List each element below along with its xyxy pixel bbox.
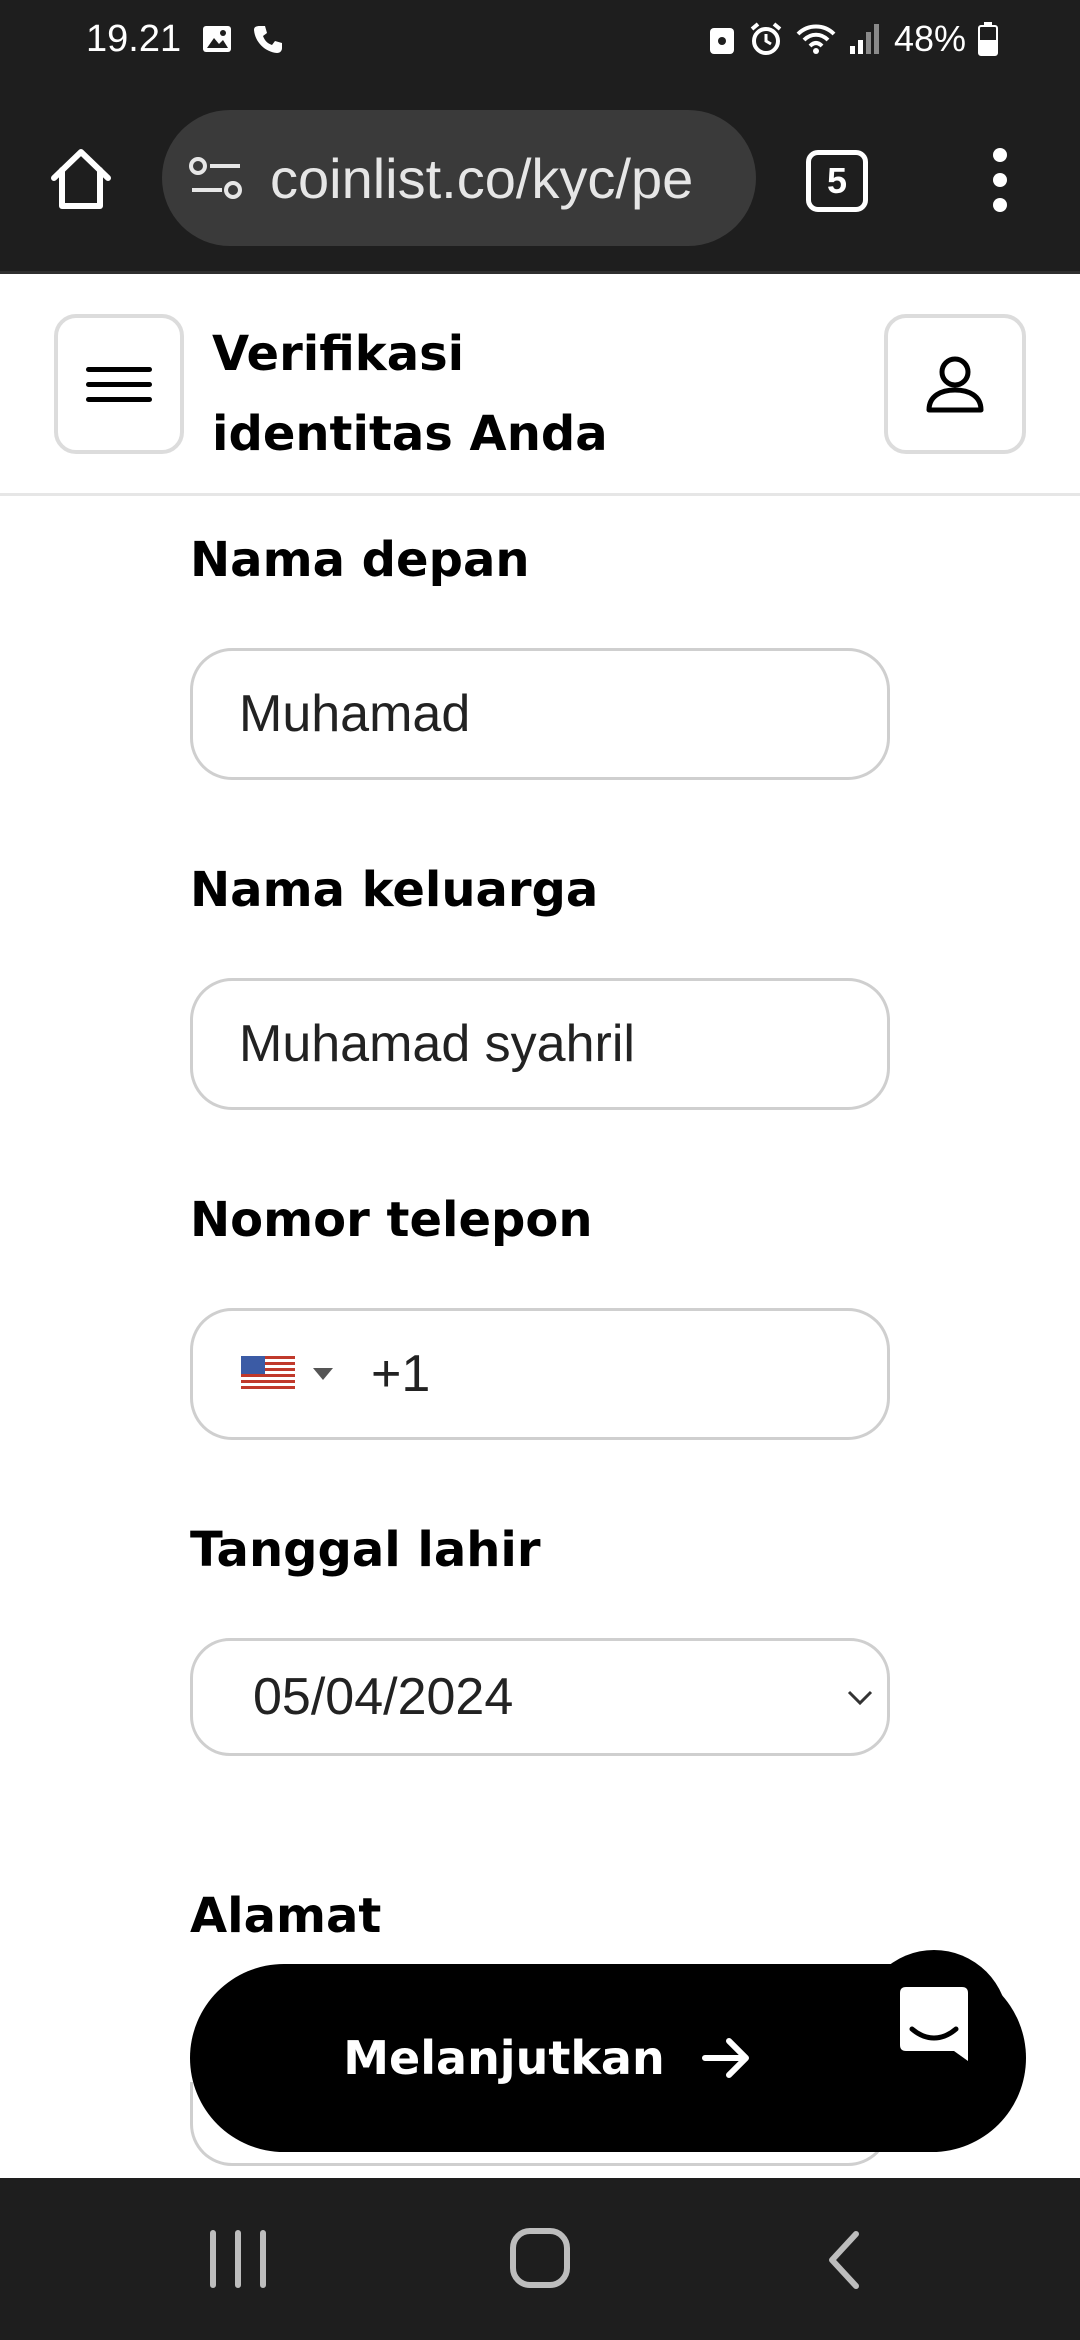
wifi-icon — [796, 24, 836, 54]
phone-label: Nomor telepon — [190, 1192, 593, 1248]
back-icon[interactable] — [820, 2228, 870, 2292]
tab-switcher-button[interactable]: 5 — [806, 150, 868, 212]
phone-input[interactable]: +1 — [190, 1308, 890, 1440]
us-flag-icon[interactable] — [241, 1356, 295, 1392]
last-name-input[interactable]: Muhamad syahril — [190, 978, 890, 1110]
alarm-icon — [750, 22, 782, 55]
address-bar[interactable]: coinlist.co/kyc/pe — [162, 110, 756, 246]
status-left-icons — [200, 22, 284, 56]
continue-label: Melanjutkan — [343, 2031, 665, 2085]
last-name-label: Nama keluarga — [190, 862, 599, 918]
status-right: 48% — [708, 18, 998, 60]
arrow-right-icon — [701, 2038, 749, 2078]
profile-button[interactable] — [884, 314, 1026, 454]
page-header: Verifikasi identitas Anda — [0, 274, 1080, 496]
status-time: 19.21 — [86, 18, 182, 60]
battery-percent: 48% — [893, 18, 966, 59]
lock-notification-icon — [709, 28, 734, 54]
birth-date-label: Tanggal lahir — [190, 1522, 541, 1578]
chat-icon — [900, 1987, 968, 2061]
home-icon[interactable] — [46, 144, 116, 214]
nav-home-icon[interactable] — [510, 2228, 570, 2288]
user-icon — [926, 356, 984, 413]
signal-icon — [849, 24, 879, 54]
system-nav-bar — [0, 2178, 1080, 2340]
image-notification-icon — [203, 26, 231, 52]
more-vert-icon[interactable] — [980, 148, 1020, 212]
birth-date-select[interactable]: 05/04/2024 — [190, 1638, 890, 1756]
hamburger-menu-button[interactable] — [54, 314, 184, 454]
first-name-label: Nama depan — [190, 532, 530, 588]
chat-button[interactable] — [860, 1950, 1008, 2098]
page-title: Verifikasi identitas Anda — [212, 326, 608, 462]
kyc-form: Nama depan Muhamad Nama keluarga Muhamad… — [0, 496, 1080, 2176]
site-settings-icon[interactable] — [188, 154, 244, 202]
address-label: Alamat — [190, 1888, 382, 1944]
browser-toolbar: coinlist.co/kyc/pe 5 — [0, 84, 1080, 274]
birth-date-value[interactable]: 05/04/2024 — [253, 1667, 513, 1727]
country-dropdown-icon[interactable] — [313, 1368, 333, 1380]
status-bar: 19.21 48% — [0, 0, 1080, 84]
url-text[interactable]: coinlist.co/kyc/pe — [270, 146, 736, 211]
chevron-down-icon[interactable] — [843, 1680, 877, 1714]
first-name-input[interactable]: Muhamad — [190, 648, 890, 780]
recent-apps-icon[interactable] — [210, 2230, 266, 2288]
phone-call-icon — [254, 26, 282, 53]
hamburger-icon — [86, 366, 152, 372]
phone-value[interactable]: +1 — [371, 1344, 430, 1404]
battery-icon — [978, 22, 998, 56]
